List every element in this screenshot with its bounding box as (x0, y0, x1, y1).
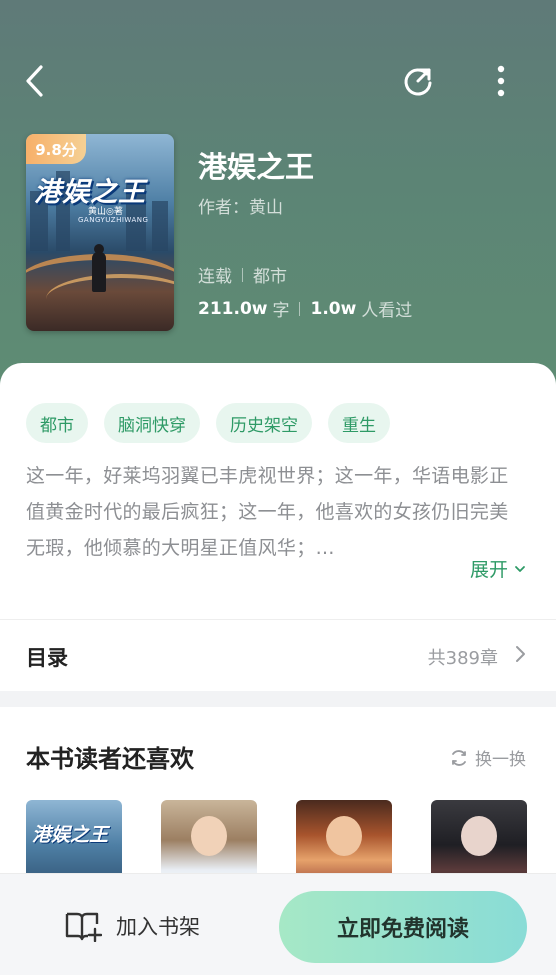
more-vertical-icon (497, 65, 505, 97)
refresh-label: 换一换 (475, 750, 526, 770)
tag-chip[interactable]: 脑洞快穿 (104, 403, 200, 443)
reader-unit: 人看过 (361, 301, 413, 321)
expand-label: 展开 (469, 559, 508, 581)
back-button[interactable] (18, 62, 52, 100)
cover-illustration (326, 816, 362, 856)
chevron-down-icon (515, 565, 525, 572)
table-of-contents-row[interactable]: 目录 共389章 (0, 620, 556, 691)
cover-pinyin: GANGYUZHIWANG (78, 216, 149, 224)
top-bar (0, 58, 556, 104)
recommended-book-cover-title: 港娱之王 (32, 824, 109, 846)
book-header: 港娱之王 黄山◎著 GANGYUZHIWANG 9.8分 港娱之王 作者：黄山 … (0, 0, 556, 400)
bottom-action-bar: 加入书架 立即免费阅读 (0, 873, 556, 975)
read-now-button[interactable]: 立即免费阅读 (279, 891, 527, 963)
book-category: 都市 (253, 267, 287, 287)
cover-illustration (191, 816, 227, 856)
tag-chip[interactable]: 都市 (26, 403, 88, 443)
bookshelf-add-icon (65, 912, 102, 942)
chapter-count: 共389章 (427, 648, 498, 669)
toc-label: 目录 (26, 646, 68, 670)
stats-divider (299, 301, 301, 316)
score-badge: 9.8分 (26, 134, 86, 164)
book-cover[interactable]: 港娱之王 黄山◎著 GANGYUZHIWANG 9.8分 (26, 134, 174, 331)
share-button[interactable] (398, 62, 438, 100)
word-count: 211.0w (198, 298, 268, 319)
recommendation-section: 本书读者还喜欢 换一换 港娱之王 (0, 707, 556, 900)
book-status: 连载 (198, 267, 232, 287)
refresh-button[interactable]: 换一换 (449, 745, 526, 770)
cover-road (46, 274, 174, 324)
tag-chip[interactable]: 历史架空 (216, 403, 312, 443)
share-refresh-icon (404, 68, 432, 96)
reader-count: 1.0w (310, 298, 357, 319)
cover-figure (92, 252, 106, 292)
book-description: 这一年，好莱坞羽翼已丰虎视世界；这一年，华语电影正值黄金时代的最后疯狂；这一年，… (26, 465, 509, 559)
book-meta: 连载 都市 (198, 262, 287, 287)
word-unit: 字 (272, 301, 290, 321)
expand-button[interactable]: 展开 (470, 555, 526, 582)
tag-chip[interactable]: 重生 (328, 403, 390, 443)
cover-illustration (461, 816, 497, 856)
add-to-shelf-button[interactable]: 加入书架 (64, 910, 200, 942)
chevron-right-icon (516, 646, 525, 662)
book-stats: 211.0w 字 1.0w 人看过 (198, 296, 413, 322)
tag-list: 都市 脑洞快穿 历史架空 重生 (26, 403, 390, 443)
chevron-left-icon (26, 65, 43, 97)
add-to-shelf-label: 加入书架 (116, 915, 200, 939)
more-button[interactable] (484, 62, 518, 100)
recommendation-title: 本书读者还喜欢 (26, 745, 194, 773)
book-author[interactable]: 作者：黄山 (198, 193, 283, 218)
book-intro-card: 都市 脑洞快穿 历史架空 重生 这一年，好莱坞羽翼已丰虎视世界；这一年，华语电影… (0, 363, 556, 691)
refresh-icon (452, 749, 466, 766)
meta-divider (242, 267, 243, 282)
book-title: 港娱之王 (198, 150, 315, 184)
